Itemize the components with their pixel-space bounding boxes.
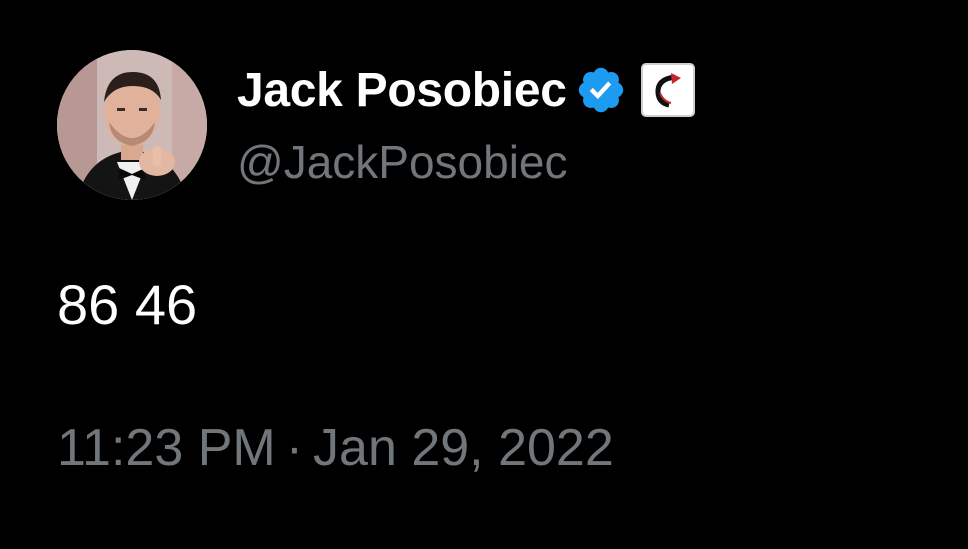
- tweet: Jack Posobiec @JackPosobiec 86 46 11:23 …: [0, 0, 968, 549]
- tweet-time: 11:23 PM: [57, 419, 276, 477]
- tweet-date: Jan 29, 2022: [313, 419, 614, 477]
- affiliate-logo-icon[interactable]: [640, 63, 695, 117]
- tweet-text: 86 46: [57, 273, 198, 336]
- timestamp[interactable]: 11:23 PM · Jan 29, 2022: [57, 418, 614, 478]
- display-name[interactable]: Jack Posobiec: [237, 63, 567, 118]
- separator: ·: [285, 419, 304, 477]
- handle[interactable]: @JackPosobiec: [237, 135, 568, 189]
- avatar[interactable]: [57, 50, 207, 200]
- avatar-image: [57, 50, 207, 200]
- name-row: Jack Posobiec: [237, 58, 695, 122]
- verified-badge-icon[interactable]: [575, 64, 627, 116]
